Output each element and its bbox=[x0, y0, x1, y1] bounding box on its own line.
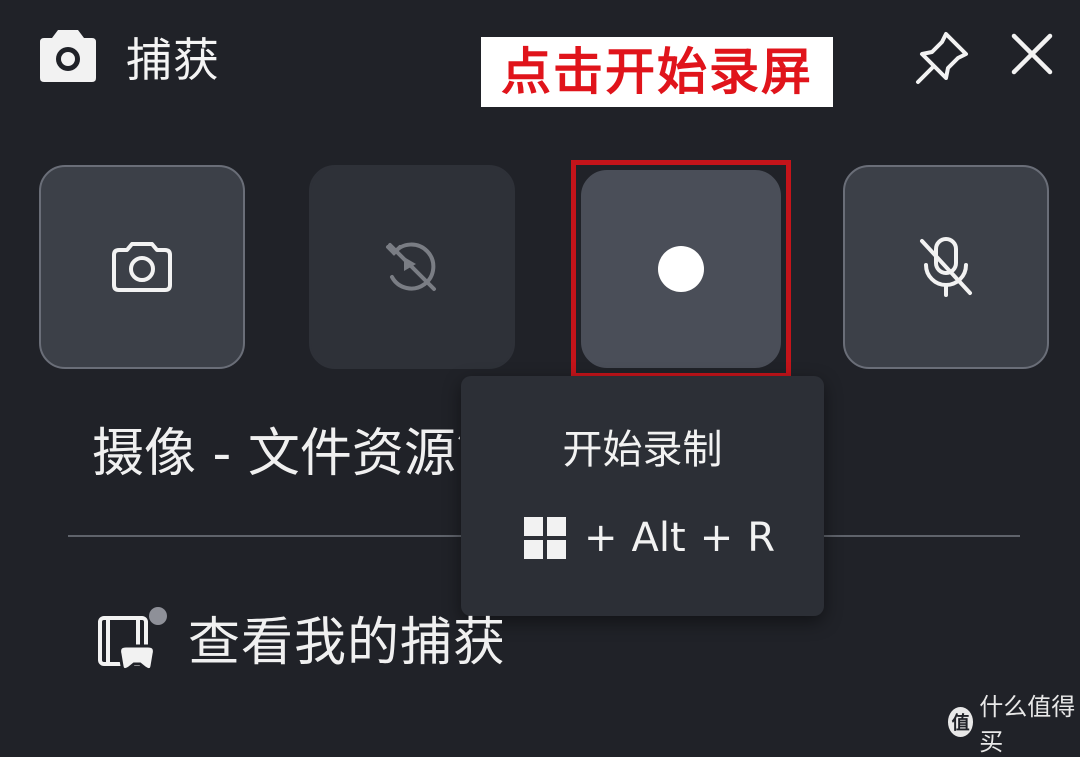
shortcut-r-key: R bbox=[747, 515, 775, 561]
widget-title: 捕获 bbox=[126, 33, 220, 87]
camera-icon bbox=[112, 242, 172, 292]
record-last-button[interactable] bbox=[309, 165, 515, 369]
screenshot-button[interactable] bbox=[39, 165, 245, 369]
highlight-box bbox=[571, 160, 791, 378]
watermark-text: 什么值得买 bbox=[979, 693, 1076, 756]
view-my-captures-link[interactable]: 查看我的捕获 bbox=[188, 608, 506, 678]
watermark: 值 什么值得买 bbox=[948, 693, 1080, 756]
record-last-30s-icon bbox=[386, 242, 436, 291]
divider bbox=[68, 535, 461, 537]
close-icon bbox=[1011, 33, 1053, 75]
close-button[interactable] bbox=[1004, 26, 1060, 82]
tooltip-title: 开始录制 bbox=[562, 427, 723, 473]
shortcut-plus: + bbox=[584, 515, 618, 561]
watermark-logo: 值 bbox=[948, 707, 974, 737]
gallery-icon bbox=[96, 606, 172, 676]
camera-icon bbox=[38, 28, 98, 84]
annotation-label: 点击开始录屏 bbox=[481, 37, 833, 107]
widget-label: 摄像 - 文件资源管理器 bbox=[92, 424, 460, 484]
mic-toggle-button[interactable] bbox=[843, 165, 1049, 369]
keyboard-shortcut: + Alt + R bbox=[522, 508, 789, 568]
shortcut-plus: + bbox=[699, 515, 734, 561]
tooltip bbox=[461, 376, 824, 616]
shortcut-alt-key: Alt bbox=[631, 515, 686, 561]
pin-button[interactable] bbox=[910, 26, 974, 90]
windows-key-icon bbox=[524, 517, 566, 559]
pin-icon bbox=[916, 32, 968, 84]
divider bbox=[824, 535, 1020, 537]
mic-off-icon bbox=[920, 237, 972, 297]
